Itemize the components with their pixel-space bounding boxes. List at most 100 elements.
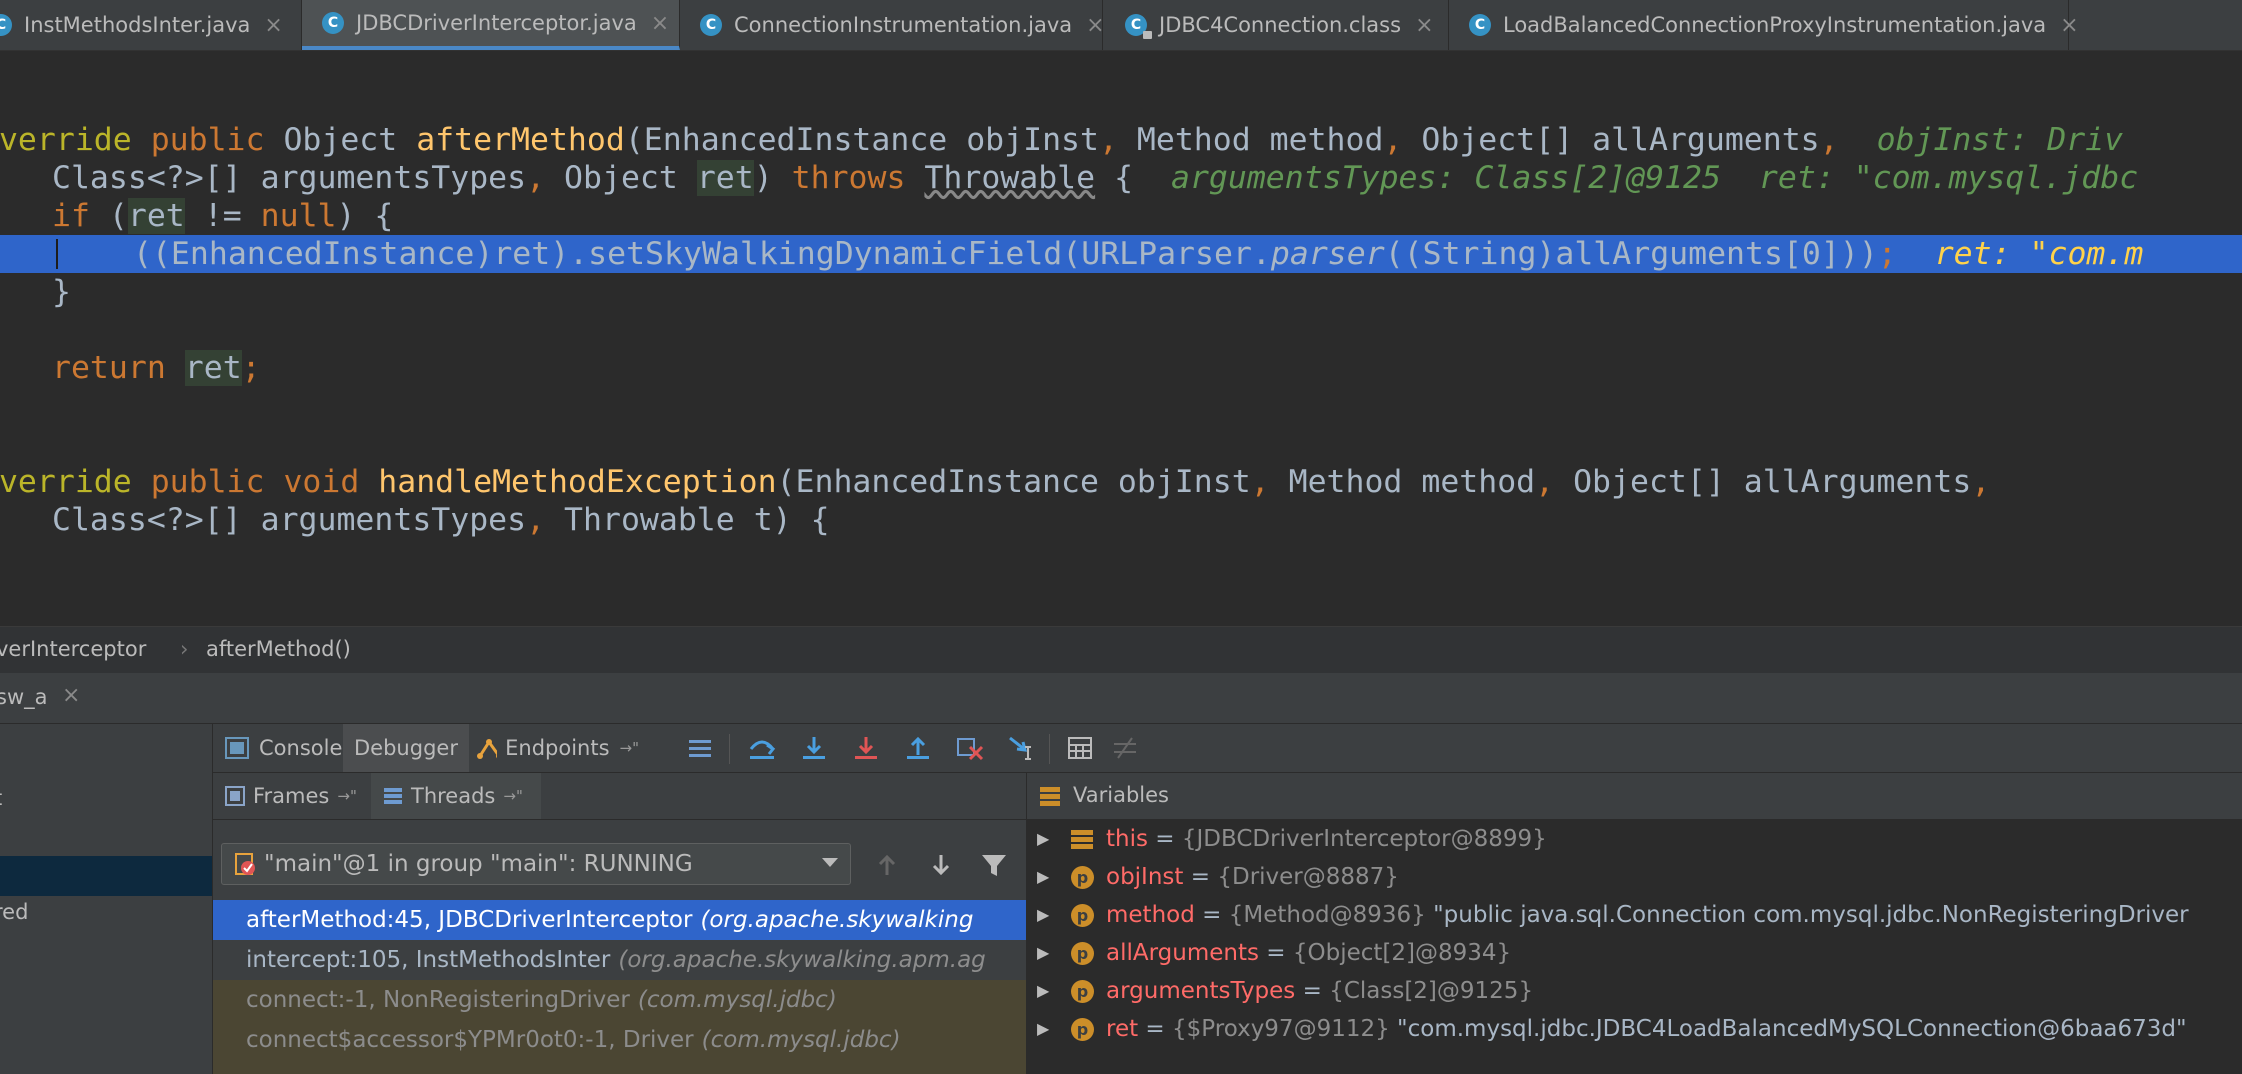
step-over-icon[interactable]	[747, 733, 777, 763]
tab-debugger[interactable]: Debugger	[343, 724, 469, 772]
drop-frame-icon[interactable]	[955, 733, 985, 763]
frame-row[interactable]	[213, 1060, 1026, 1074]
close-icon[interactable]: ×	[651, 11, 669, 36]
code-line: Class<?>[] argumentsTypes, Object ret) t…	[52, 160, 2139, 196]
variable-entry: argumentsTypes = {Class[2]@9125}	[1106, 978, 1534, 1004]
left-panel-item[interactable]: t	[0, 786, 2, 810]
close-icon[interactable]: ×	[1415, 13, 1433, 38]
tab-label: JDBCDriverInterceptor.java	[356, 11, 637, 35]
class-locked-icon: C	[1125, 14, 1152, 39]
parameter-icon: p	[1071, 1018, 1094, 1041]
frame-row[interactable]: connect$accessor$YPMr0ot0:-1, Driver (com…	[213, 1020, 1026, 1060]
pin-icon[interactable]: →"	[503, 787, 522, 805]
tab-label: Endpoints	[505, 736, 610, 760]
left-panel-selection[interactable]	[0, 856, 212, 896]
expand-arrow-icon[interactable]: ▶	[1037, 896, 1049, 934]
lock-icon	[1143, 31, 1152, 39]
frames-panel: "main"@1 in group "main": RUNNING afterM…	[213, 820, 1026, 1074]
expand-arrow-icon[interactable]: ▶	[1037, 972, 1049, 1010]
variable-entry: this = {JDBCDriverInterceptor@8899}	[1106, 826, 1547, 852]
step-out-icon[interactable]	[903, 733, 933, 763]
breadcrumb-class[interactable]: verInterceptor	[0, 637, 146, 661]
variable-row[interactable]: ▶ p ret = {$Proxy97@9112} "com.mysql.jdb…	[1027, 1010, 2242, 1048]
expand-arrow-icon[interactable]: ▶	[1037, 1010, 1049, 1048]
tab-label: InstMethodsInter.java	[24, 13, 251, 37]
inline-debug-hint: argumentsTypes: Class[2]@9125 ret: "com.…	[1170, 160, 2139, 196]
variable-row[interactable]: ▶ p objInst = {Driver@8887}	[1027, 858, 2242, 896]
trace-stream-icon[interactable]	[1110, 733, 1140, 763]
pin-icon[interactable]: →"	[620, 739, 639, 757]
tab-jdbc4connection[interactable]: C JDBC4Connection.class ×	[1103, 0, 1449, 50]
close-icon[interactable]: ×	[62, 683, 80, 708]
endpoints-icon	[477, 739, 498, 759]
tab-label: ConnectionInstrumentation.java	[734, 13, 1073, 37]
filter-icon[interactable]	[981, 853, 1007, 877]
code-editor[interactable]: Override public Object afterMethod(Enhan…	[0, 51, 2242, 625]
variable-entry: allArguments = {Object[2]@8934}	[1106, 940, 1512, 966]
current-execution-line: ((EnhancedInstance)ret).setSkyWalkingDyn…	[0, 235, 2242, 273]
arrow-down-icon[interactable]	[931, 853, 951, 877]
frame-name: afterMethod:45, JDBCDriverInterceptor	[246, 907, 693, 933]
run-to-cursor-icon[interactable]	[1007, 733, 1037, 763]
frame-row[interactable]: connect:-1, NonRegisteringDriver (com.mys…	[213, 980, 1026, 1020]
tab-jdbcdriverinterceptor[interactable]: C JDBCDriverInterceptor.java ×	[302, 0, 680, 50]
tab-connectioninstrumentation[interactable]: C ConnectionInstrumentation.java ×	[680, 0, 1105, 50]
parameter-icon: p	[1071, 942, 1094, 965]
debug-left-panel: t red	[0, 724, 213, 1074]
editor-tab-bar: C InstMethodsInter.java × C JDBCDriverIn…	[0, 0, 2242, 51]
variable-row[interactable]: ▶ p allArguments = {Object[2]@8934}	[1027, 934, 2242, 972]
arrow-up-icon[interactable]	[877, 853, 897, 877]
frame-name: intercept:105, InstMethodsInter	[246, 947, 611, 973]
show-execution-point-icon[interactable]	[685, 733, 715, 763]
indent-guide	[56, 239, 58, 269]
tab-console[interactable]: Console	[213, 724, 343, 772]
variable-entry: objInst = {Driver@8887}	[1106, 864, 1399, 890]
variables-icon	[1040, 787, 1060, 806]
frame-package: (com.mysql.jdbc)	[637, 987, 837, 1013]
threads-icon	[384, 788, 402, 804]
tab-endpoints[interactable]: Endpoints →"	[469, 724, 639, 772]
class-icon: C	[1469, 14, 1491, 36]
frame-row[interactable]: intercept:105, InstMethodsInter (org.apac…	[213, 940, 1026, 980]
expand-arrow-icon[interactable]: ▶	[1037, 820, 1049, 858]
breadcrumb: verInterceptor › afterMethod()	[0, 626, 2242, 673]
close-icon[interactable]: ×	[1086, 13, 1104, 38]
parameter-icon: p	[1071, 980, 1094, 1003]
class-icon: C	[700, 14, 722, 36]
tab-loadbalancedconnectionproxyinstrumentation[interactable]: C LoadBalancedConnectionProxyInstrumenta…	[1449, 0, 2079, 50]
frame-row[interactable]: afterMethod:45, JDBCDriverInterceptor (or…	[213, 900, 1026, 940]
tab-label: Frames	[253, 784, 330, 808]
frame-name: connect$accessor$YPMr0ot0:-1, Driver	[246, 1027, 694, 1053]
step-into-icon[interactable]	[799, 733, 829, 763]
thread-select-value: "main"@1 in group "main": RUNNING	[264, 851, 693, 877]
thread-running-icon	[235, 853, 255, 875]
class-icon: C	[322, 12, 344, 34]
left-panel-item[interactable]: red	[0, 900, 28, 924]
tab-threads[interactable]: Threads →"	[371, 773, 541, 819]
code-line: }	[52, 274, 71, 310]
pin-icon[interactable]: →"	[337, 787, 356, 805]
close-icon[interactable]: ×	[264, 13, 282, 38]
breadcrumb-method[interactable]: afterMethod()	[206, 637, 351, 661]
parameter-icon: p	[1071, 904, 1094, 927]
variable-row[interactable]: ▶ p argumentsTypes = {Class[2]@9125}	[1027, 972, 2242, 1010]
force-step-into-icon[interactable]	[851, 733, 881, 763]
frame-package: (org.apache.skywalking.apm.ag	[618, 947, 986, 973]
toolbar-separator	[729, 734, 730, 764]
debug-session-tab[interactable]: sw_a	[0, 685, 48, 709]
close-icon[interactable]: ×	[2060, 13, 2078, 38]
variables-panel: ▶ this = {JDBCDriverInterceptor@8899} ▶ …	[1027, 820, 2242, 1074]
variable-row[interactable]: ▶ this = {JDBCDriverInterceptor@8899}	[1027, 820, 2242, 858]
tab-instmethodsinter[interactable]: C InstMethodsInter.java ×	[0, 0, 302, 50]
tab-frames[interactable]: Frames →"	[213, 773, 368, 819]
variable-entry: ret = {$Proxy97@9112} "com.mysql.jdbc.JD…	[1106, 1016, 2187, 1042]
tab-label: Debugger	[354, 736, 458, 760]
evaluate-expression-icon[interactable]	[1065, 733, 1095, 763]
expand-arrow-icon[interactable]: ▶	[1037, 858, 1049, 896]
frame-package: (org.apache.skywalking	[700, 907, 974, 933]
variable-row[interactable]: ▶ p method = {Method@8936} "public java.…	[1027, 896, 2242, 934]
thread-select[interactable]: "main"@1 in group "main": RUNNING	[221, 843, 851, 885]
code-line: Override public Object afterMethod(Enhan…	[0, 122, 2124, 158]
expand-arrow-icon[interactable]: ▶	[1037, 934, 1049, 972]
breadcrumb-separator: ›	[180, 637, 189, 661]
